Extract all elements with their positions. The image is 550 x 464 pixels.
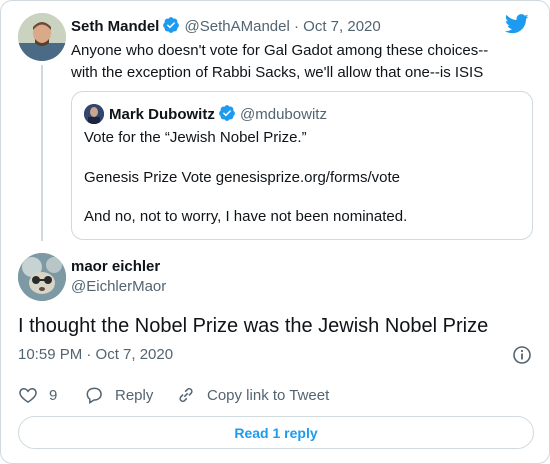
parent-author-handle[interactable]: @SethAMandel bbox=[185, 18, 290, 35]
read-replies-label: Read 1 reply bbox=[234, 424, 318, 441]
header-separator: · bbox=[294, 18, 299, 35]
twitter-logo-icon[interactable] bbox=[504, 14, 529, 39]
parent-author-name[interactable]: Seth Mandel bbox=[71, 18, 159, 35]
quoted-tweet-line-3: And no, not to worry, I have not been no… bbox=[84, 208, 408, 225]
parent-tweet-text: Anyone who doesn't vote for Gal Gadot am… bbox=[71, 42, 489, 81]
info-icon[interactable] bbox=[512, 345, 532, 370]
quoted-author-handle: @mdubowitz bbox=[240, 106, 327, 123]
quoted-author-name: Mark Dubowitz bbox=[109, 106, 215, 123]
quoted-tweet[interactable]: Mark Dubowitz @mdubowitz Vote for the “J… bbox=[71, 91, 533, 240]
main-author-avatar[interactable] bbox=[18, 253, 66, 301]
main-author-name[interactable]: maor eichler bbox=[71, 257, 160, 277]
copy-link-label: Copy link to Tweet bbox=[207, 386, 330, 404]
main-author-handle[interactable]: @EichlerMaor bbox=[71, 277, 166, 297]
read-replies-button[interactable]: Read 1 reply bbox=[18, 416, 534, 449]
verified-icon bbox=[218, 104, 236, 128]
link-icon bbox=[179, 388, 193, 402]
parent-tweet-date[interactable]: Oct 7, 2020 bbox=[303, 18, 381, 35]
copy-link-button[interactable]: Copy link to Tweet bbox=[176, 385, 329, 405]
parent-tweet-header: Seth Mandel @SethAMandel · Oct 7, 2020 bbox=[71, 16, 381, 40]
reply-label: Reply bbox=[115, 386, 154, 404]
main-tweet-timestamp[interactable]: 10:59 PM · Oct 7, 2020 bbox=[18, 345, 173, 365]
quoted-tweet-line-2: Genesis Prize Vote genesisprize.org/form… bbox=[84, 169, 400, 186]
quoted-tweet-line-1: Vote for the “Jewish Nobel Prize.” bbox=[84, 129, 307, 146]
thread-connector-line bbox=[41, 65, 43, 241]
heart-icon bbox=[19, 387, 37, 403]
like-button[interactable]: 9 bbox=[18, 385, 57, 405]
reply-button[interactable]: Reply bbox=[84, 385, 153, 405]
like-count: 9 bbox=[49, 386, 58, 404]
main-tweet-text: I thought the Nobel Prize was the Jewish… bbox=[18, 315, 489, 337]
reply-icon bbox=[86, 387, 102, 405]
parent-avatar[interactable] bbox=[18, 13, 66, 61]
quoted-author-avatar bbox=[84, 104, 104, 124]
verified-icon bbox=[162, 16, 180, 40]
tweet-embed-card: Seth Mandel @SethAMandel · Oct 7, 2020 A… bbox=[0, 0, 550, 464]
quoted-tweet-header: Mark Dubowitz @mdubowitz bbox=[109, 104, 327, 128]
